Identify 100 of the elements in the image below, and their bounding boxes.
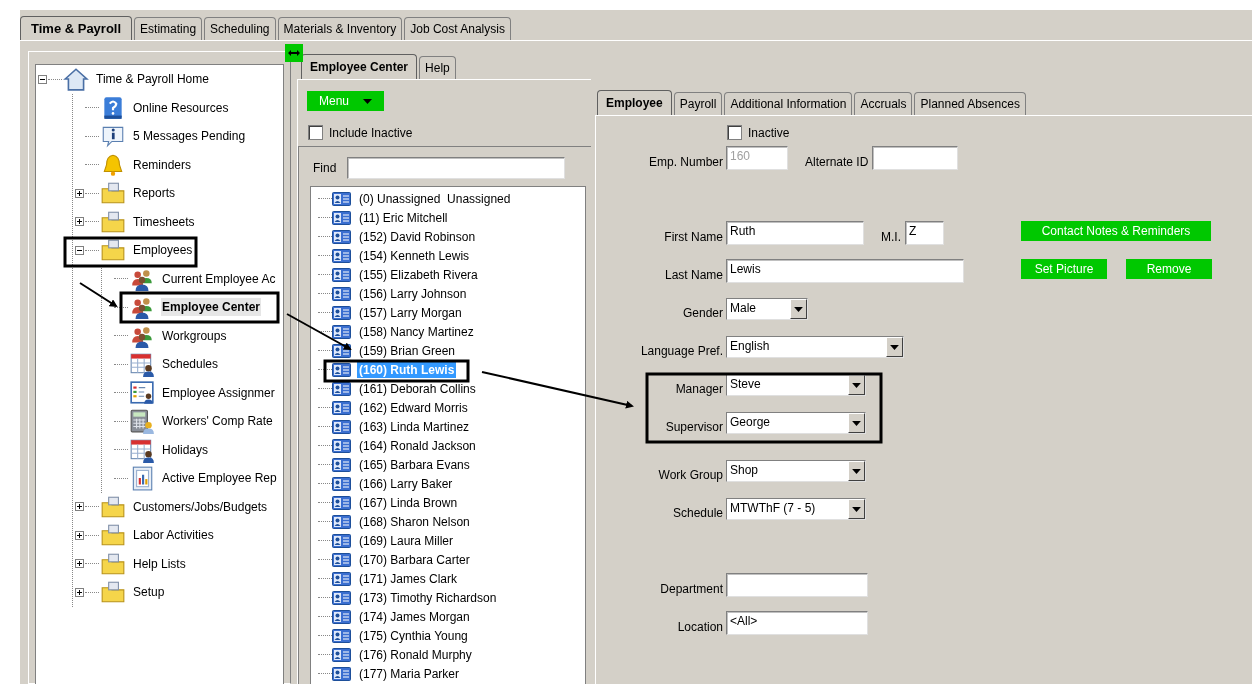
employee-list-item[interactable]: (173) Timothy Richardson — [357, 589, 499, 606]
dropdown[interactable]: Shop — [726, 460, 866, 482]
tab[interactable]: Scheduling — [204, 17, 276, 40]
employee-list-item[interactable]: (0) Unassigned Unassigned — [357, 190, 513, 207]
employee-list-item[interactable]: (171) James Clark — [357, 570, 460, 587]
dropdown-button[interactable] — [886, 337, 903, 357]
expand-toggle[interactable] — [74, 188, 84, 198]
contact-card-icon — [332, 438, 351, 453]
tab[interactable]: Time & Payroll — [20, 16, 133, 40]
employee-list-item[interactable]: (165) Barbara Evans — [357, 456, 472, 473]
expand-toggle[interactable] — [74, 587, 84, 597]
calendar-icon — [129, 351, 155, 378]
checkbox[interactable] — [308, 125, 323, 140]
employee-list-item[interactable]: (161) Deborah Collins — [357, 380, 478, 397]
tree-item[interactable]: Current Employee Ac — [161, 269, 277, 288]
collapse-toggle[interactable] — [37, 74, 47, 84]
tab[interactable]: Employee Center — [301, 54, 418, 79]
caret-icon — [794, 306, 803, 312]
contact-card-icon — [332, 514, 351, 529]
tree-item[interactable]: Workgroups — [161, 326, 228, 345]
expand-toggle[interactable] — [74, 502, 84, 512]
contact-card-icon — [332, 305, 351, 320]
employee-list-item[interactable]: (166) Larry Baker — [357, 475, 455, 492]
employee-list-item[interactable]: (175) Cynthia Young — [357, 627, 470, 644]
tree-item[interactable]: Time & Payroll Home — [95, 70, 210, 89]
checkbox[interactable] — [727, 125, 742, 140]
employee-list-item[interactable]: (163) Linda Martinez — [357, 418, 472, 435]
tree-item[interactable]: Active Employee Rep — [161, 469, 278, 488]
contact-card-icon — [332, 248, 351, 263]
dropdown[interactable]: MTWThF (7 - 5) — [726, 498, 866, 520]
employee-list-item[interactable]: (154) Kenneth Lewis — [357, 247, 472, 264]
employee-list-item[interactable]: (158) Nancy Martinez — [357, 323, 476, 340]
collapse-toggle[interactable] — [74, 245, 84, 255]
dropdown[interactable]: Steve — [726, 374, 866, 396]
employee-list-item[interactable]: (169) Laura Miller — [357, 532, 456, 549]
field-label: Gender — [681, 306, 724, 321]
employee-list-item[interactable]: (170) Barbara Carter — [357, 551, 472, 568]
dropdown[interactable]: George — [726, 412, 866, 434]
find-field[interactable] — [347, 157, 566, 179]
expand-toggle[interactable] — [74, 530, 84, 540]
tab[interactable]: Help — [419, 56, 456, 79]
tree-item[interactable]: Labor Activities — [132, 526, 215, 545]
splitter-handle[interactable] — [285, 44, 303, 62]
tree-item[interactable]: Workers' Comp Rate — [161, 412, 274, 431]
tab[interactable]: Estimating — [134, 17, 203, 40]
tab[interactable]: Additional Information — [724, 92, 853, 115]
tab[interactable]: Materials & Inventory — [277, 17, 403, 40]
dropdown-button[interactable] — [848, 461, 865, 481]
text-field[interactable] — [872, 146, 959, 170]
employee-list-item[interactable]: (155) Elizabeth Rivera — [357, 266, 480, 283]
tree-item[interactable]: Customers/Jobs/Budgets — [132, 497, 269, 516]
field-label: Department — [659, 582, 724, 597]
tree-item[interactable]: Schedules — [161, 355, 220, 374]
tab[interactable]: Accruals — [854, 92, 913, 115]
employee-list-item[interactable]: (168) Sharon Nelson — [357, 513, 472, 530]
dropdown-button[interactable] — [790, 299, 807, 319]
contact-card-icon — [332, 191, 351, 206]
text-field[interactable]: Z — [905, 221, 944, 245]
tree-item[interactable]: Employee Assignmer — [161, 383, 276, 402]
tree-item[interactable]: Reminders — [132, 155, 193, 174]
tab[interactable]: Payroll — [673, 92, 723, 115]
employee-list-item[interactable]: (156) Larry Johnson — [357, 285, 469, 302]
contact-card-icon — [332, 666, 351, 681]
tab[interactable]: Employee — [597, 90, 672, 115]
field-label: Work Group — [657, 468, 724, 483]
employee-list-item[interactable]: (164) Ronald Jackson — [357, 437, 478, 454]
contact-card-icon — [332, 571, 351, 586]
tree-item[interactable]: Help Lists — [132, 554, 187, 573]
tree-item[interactable]: Reports — [132, 184, 177, 203]
text-field[interactable]: Lewis — [726, 259, 964, 283]
employee-list-item[interactable]: (167) Linda Brown — [357, 494, 460, 511]
expand-toggle[interactable] — [74, 217, 84, 227]
text-field[interactable]: Ruth — [726, 221, 864, 245]
employee-list-item[interactable]: (152) David Robinson — [357, 228, 478, 245]
tree-item[interactable]: Employees — [132, 241, 194, 260]
dropdown-button[interactable] — [848, 499, 865, 519]
employee-list-item[interactable]: (174) James Morgan — [357, 608, 472, 625]
tab[interactable]: Planned Absences — [914, 92, 1026, 115]
employee-list-item[interactable]: (159) Brian Green — [357, 342, 458, 359]
home-icon — [63, 66, 89, 93]
tree-item[interactable]: Employee Center — [161, 298, 262, 317]
dropdown-button[interactable] — [848, 413, 865, 433]
employee-list-item[interactable]: (162) Edward Morris — [357, 399, 470, 416]
text-field[interactable]: <All> — [726, 611, 868, 635]
tab[interactable]: Job Cost Analysis — [404, 17, 511, 40]
tree-item[interactable]: Online Resources — [132, 98, 230, 117]
tree-item[interactable]: Setup — [132, 583, 166, 602]
employee-list-item[interactable]: (177) Maria Parker — [357, 665, 462, 682]
employee-list-item[interactable]: (11) Eric Mitchell — [357, 209, 450, 226]
dropdown[interactable]: Male — [726, 298, 808, 320]
checkbox-label: Include Inactive — [329, 125, 413, 140]
tree-item[interactable]: Holidays — [161, 440, 210, 459]
text-field[interactable] — [726, 573, 868, 597]
expand-toggle[interactable] — [74, 559, 84, 569]
contact-card-icon — [332, 457, 351, 472]
tree-item[interactable]: Timesheets — [132, 212, 196, 231]
dropdown[interactable]: English — [726, 336, 904, 358]
tree-item[interactable]: 5 Messages Pending — [132, 127, 247, 146]
employee-list-item[interactable]: (157) Larry Morgan — [357, 304, 464, 321]
employee-list-item[interactable]: (176) Ronald Murphy — [357, 646, 474, 663]
